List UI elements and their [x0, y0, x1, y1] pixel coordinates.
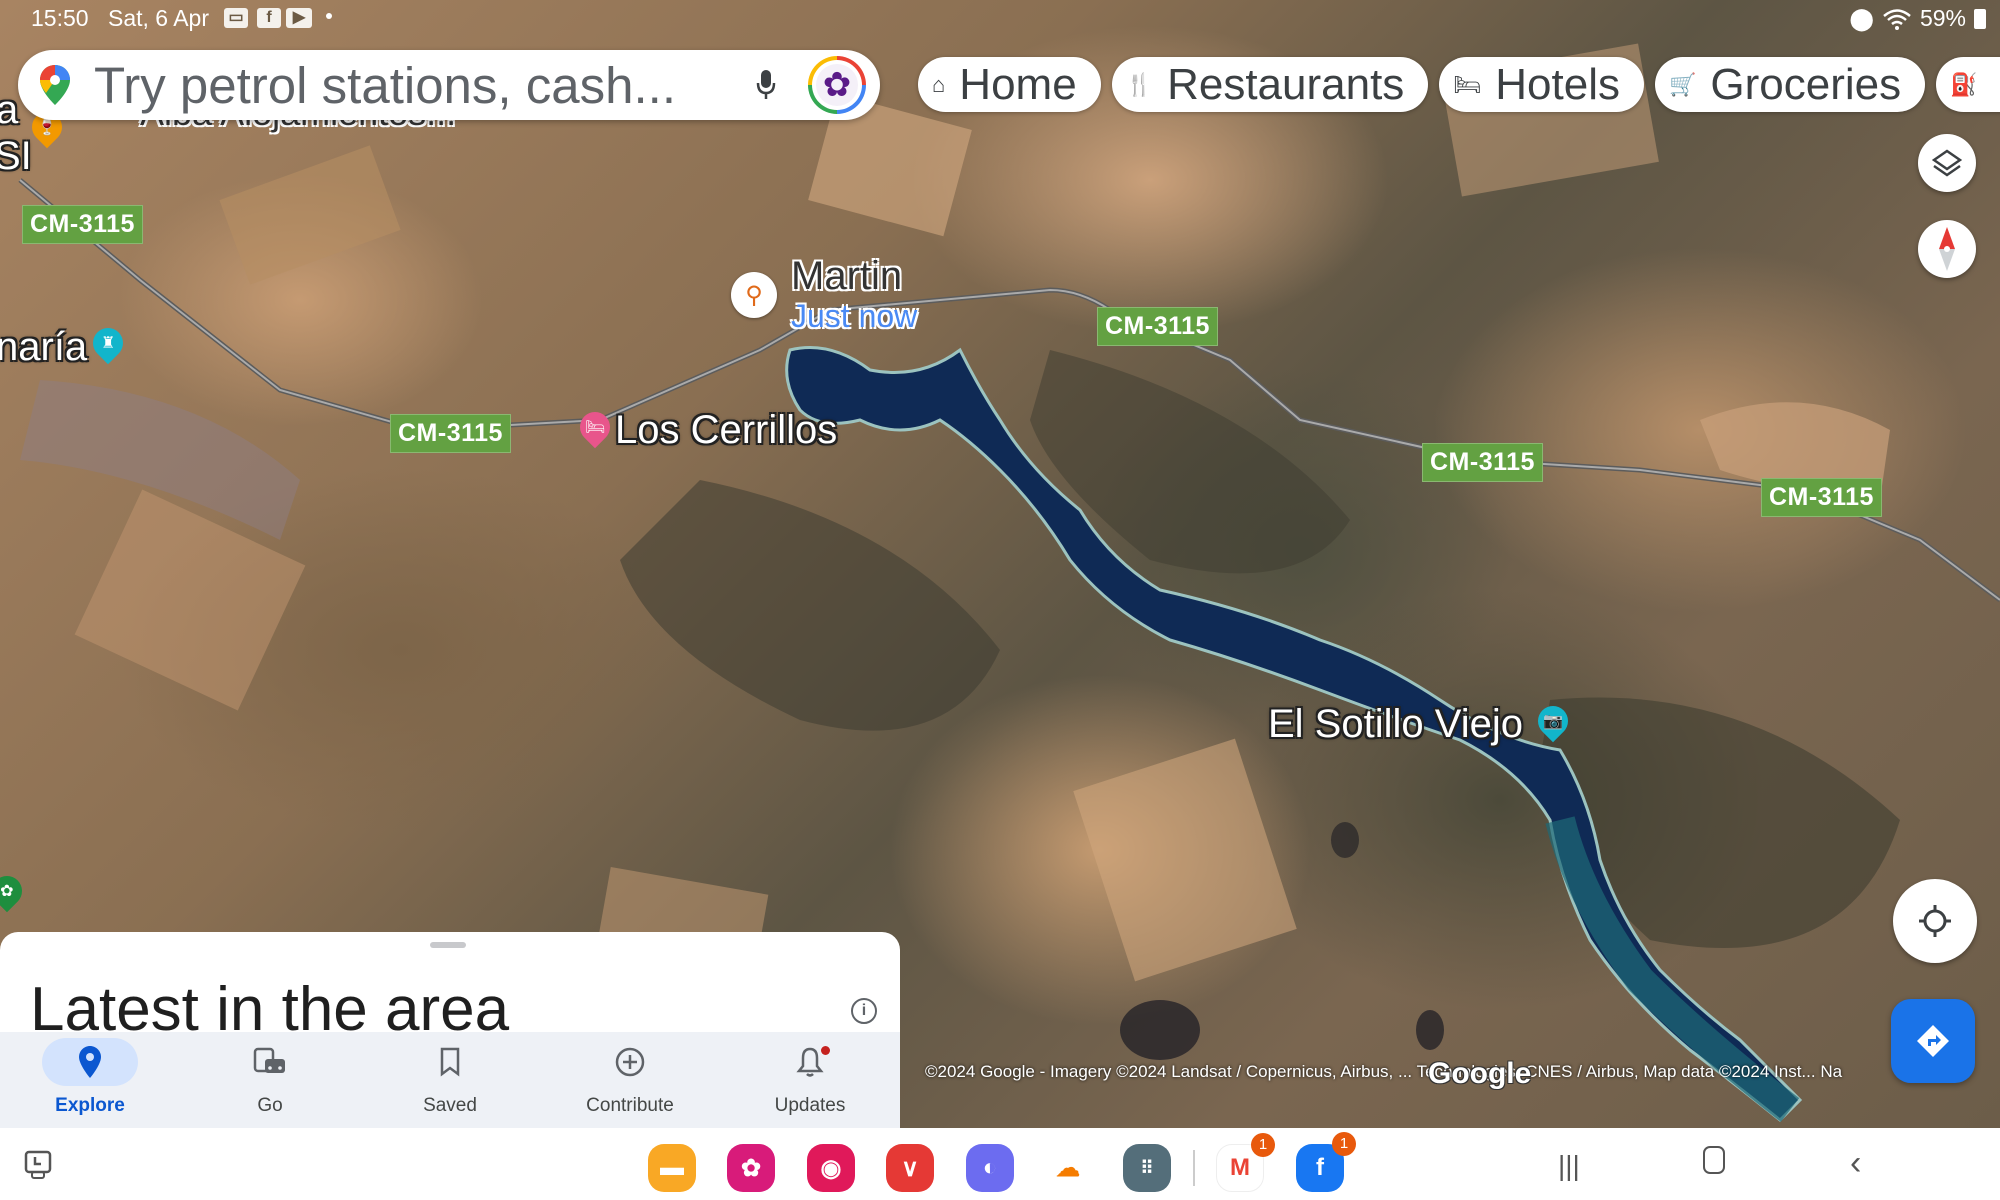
nav-contribute[interactable]: Contribute	[540, 1032, 720, 1128]
contact-name-label[interactable]: Martin	[791, 254, 902, 299]
cutlery-icon: 🍴	[1125, 71, 1154, 97]
road-shield: CM-3115	[1097, 307, 1218, 346]
nav-updates[interactable]: Updates	[720, 1032, 900, 1128]
place-label-partial-a[interactable]: a	[0, 88, 18, 133]
nav-saved[interactable]: Saved	[360, 1032, 540, 1128]
chip-home[interactable]: ⌂ Home	[918, 57, 1101, 112]
directions-icon	[1917, 1025, 1949, 1057]
location-icon: ⬤	[1849, 5, 1874, 31]
battery-charging-icon	[1974, 8, 1986, 29]
road-shield: CM-3115	[22, 205, 143, 244]
place-label-el-sotillo-viejo[interactable]: El Sotillo Viejo	[1268, 702, 1523, 747]
nav-explore[interactable]: Explore	[0, 1032, 180, 1128]
gmail-badge: 1	[1251, 1133, 1275, 1157]
nav-label: Saved	[423, 1095, 477, 1116]
nav-label: Go	[257, 1095, 283, 1116]
my-location-button[interactable]	[1893, 879, 1977, 963]
wifi-icon	[1883, 8, 1911, 30]
status-time: 15:50	[31, 5, 89, 31]
bell-icon	[796, 1047, 824, 1077]
chip-label: Restaurants	[1167, 59, 1405, 109]
status-right-group: ⬤ 59%	[1849, 5, 1986, 32]
chip-label: Groceries	[1710, 59, 1902, 109]
compass-icon	[1939, 227, 1955, 271]
nav-label: Contribute	[586, 1095, 674, 1116]
mic-icon[interactable]	[756, 68, 776, 102]
chip-hotels[interactable]: 🛏 Hotels	[1439, 57, 1644, 112]
home-nav-button[interactable]	[1703, 1146, 1725, 1174]
info-icon[interactable]: i	[851, 998, 877, 1024]
layers-button[interactable]	[1918, 134, 1976, 192]
gmail-app-icon[interactable]: M1	[1216, 1133, 1275, 1192]
road-shield: CM-3115	[1761, 478, 1882, 517]
cart-icon: 🛒	[1668, 71, 1697, 97]
search-bar[interactable]: Try petrol stations, cash... ✿	[18, 50, 880, 120]
account-avatar[interactable]: ✿	[808, 56, 866, 114]
violet-flower-icon: ✿	[816, 64, 858, 106]
google-watermark: Google	[1428, 1057, 1532, 1090]
compass-button[interactable]	[1918, 220, 1976, 278]
chip-label: Home	[959, 59, 1077, 109]
climbing-gear-icon: ⚲	[745, 281, 763, 309]
facebook-icon: f	[257, 8, 281, 28]
youtube-icon: ▶	[286, 8, 312, 28]
road-shield: CM-3115	[1422, 443, 1543, 482]
bookmark-icon	[440, 1047, 460, 1077]
layers-icon	[1932, 149, 1962, 177]
facebook-app-icon[interactable]: f1	[1296, 1132, 1356, 1192]
email-app-icon[interactable]: ∨	[886, 1144, 934, 1192]
nav-go[interactable]: Go	[180, 1032, 360, 1128]
battery-percent: 59%	[1919, 5, 1966, 31]
chip-restaurants[interactable]: 🍴 Restaurants	[1111, 57, 1429, 112]
chip-label: Hotels	[1495, 59, 1620, 109]
map-attribution[interactable]: ©2024 Google - Imagery ©2024 Landsat / C…	[925, 1062, 1842, 1082]
search-input[interactable]: Try petrol stations, cash...	[94, 56, 676, 115]
place-label-maria[interactable]: naría	[0, 325, 87, 370]
status-date: Sat, 6 Apr	[108, 5, 210, 31]
home-icon: ⌂	[932, 71, 946, 97]
bed-icon: 🛏	[1453, 71, 1482, 97]
more-notifications-dot-icon	[326, 13, 332, 19]
recent-apps-clock-icon[interactable]	[24, 1150, 52, 1180]
back-nav-button[interactable]: ‹	[1850, 1144, 1861, 1183]
road-shield: CM-3115	[390, 414, 511, 453]
place-label-partial-si[interactable]: SI	[0, 134, 32, 179]
explore-pin-icon	[79, 1046, 101, 1078]
sheet-drag-handle[interactable]	[430, 942, 466, 948]
app-drawer-icon[interactable]: ⠿	[1123, 1144, 1171, 1192]
shared-location-avatar[interactable]: ⚲	[731, 272, 777, 318]
contact-time-label: Just now	[791, 298, 918, 334]
category-chips: ⌂ Home 🍴 Restaurants 🛏 Hotels 🛒 Grocerie…	[918, 57, 2000, 112]
add-circle-icon	[615, 1047, 645, 1077]
taskbar: ▬ ✿ ◉ ∨ ◐ ☁ ⠿ M1 f1 ||| ‹	[0, 1128, 2000, 1200]
crosshair-icon	[1919, 905, 1951, 937]
nav-label: Updates	[774, 1095, 846, 1116]
recents-nav-button[interactable]: |||	[1558, 1150, 1580, 1182]
cloud-chrome-app-icon[interactable]: ☁	[1044, 1144, 1092, 1192]
calendar-icon: ▭	[224, 8, 248, 28]
camera-app-icon[interactable]: ◉	[807, 1144, 855, 1192]
bottom-navigation: Explore Go Saved Contribute Updates	[0, 1032, 900, 1128]
gallery-app-icon[interactable]: ✿	[727, 1144, 775, 1192]
chip-petrol[interactable]: ⛽	[1936, 57, 2000, 112]
facebook-badge: 1	[1332, 1132, 1356, 1156]
taskbar-divider	[1193, 1150, 1195, 1186]
nav-label: Explore	[55, 1095, 125, 1116]
my-files-app-icon[interactable]: ▬	[648, 1144, 696, 1192]
commute-icon	[253, 1047, 285, 1073]
status-bar: 15:50 Sat, 6 Apr ▭ f ▶ ⬤ 59%	[0, 0, 2000, 38]
internet-app-icon[interactable]: ◐	[966, 1144, 1014, 1192]
chip-groceries[interactable]: 🛒 Groceries	[1654, 57, 1926, 112]
directions-button[interactable]	[1891, 999, 1975, 1083]
fuel-icon: ⛽	[1950, 71, 1978, 97]
place-label-los-cerrillos[interactable]: Los Cerrillos	[615, 408, 837, 453]
notification-dot	[821, 1046, 830, 1055]
google-maps-logo-icon	[40, 65, 70, 105]
